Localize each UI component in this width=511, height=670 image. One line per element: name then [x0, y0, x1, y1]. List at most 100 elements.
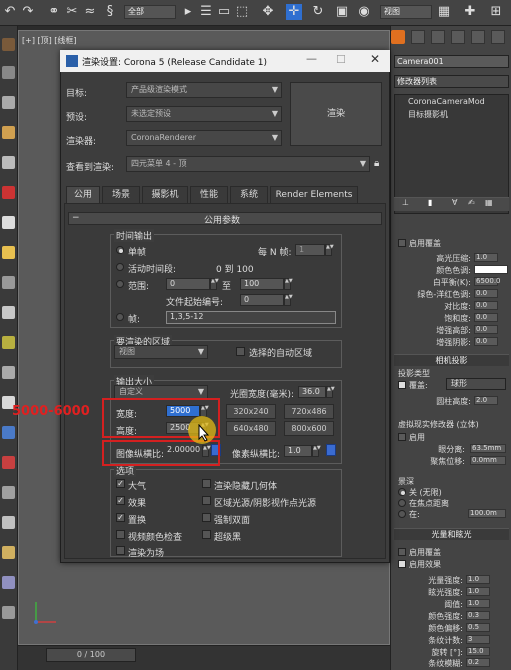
glare-intensity-field[interactable]: 1.0 — [466, 587, 490, 596]
render-area-combo[interactable]: 视图 ▼ — [114, 345, 208, 359]
keyboard-shortcut-icon[interactable]: ⊞ — [488, 4, 504, 20]
aperture-width-spinner[interactable]: ▲▼ — [326, 386, 335, 398]
display-tab-icon[interactable] — [471, 30, 485, 44]
streak-blur-field[interactable]: 0.2 — [466, 658, 490, 667]
preset-combo[interactable]: 未选定预设 ▼ — [126, 106, 282, 122]
dof-at-radio[interactable] — [398, 510, 406, 518]
create-tab-icon[interactable] — [391, 30, 405, 44]
camera-icon[interactable] — [2, 216, 15, 229]
modify-tab-icon[interactable] — [411, 30, 425, 44]
file-start-field[interactable]: 0 — [240, 294, 284, 306]
file-start-spinner[interactable]: ▲▼ — [284, 294, 293, 306]
super-black-checkbox[interactable] — [202, 530, 211, 539]
lock-icon[interactable]: 🔒︎ — [374, 158, 379, 169]
pin-stack-icon[interactable]: ⊥ — [402, 198, 409, 207]
area-lights-checkbox[interactable] — [202, 496, 211, 505]
renderer-combo[interactable]: CoronaRenderer ▼ — [126, 130, 282, 146]
range-to-spinner[interactable]: ▲▼ — [284, 278, 293, 290]
vr-enable-checkbox[interactable] — [398, 433, 406, 441]
utilities-tab-icon[interactable] — [491, 30, 505, 44]
override-projection-checkbox[interactable] — [398, 381, 406, 389]
select-by-name-icon[interactable]: ☰ — [198, 4, 214, 20]
reference-coordinate-combo[interactable]: 视图 — [380, 5, 432, 19]
color-shift-field[interactable]: 0.5 — [466, 623, 490, 632]
aperture-width-field[interactable]: 36.0 — [298, 386, 326, 398]
pixel-aspect-field[interactable]: 1.0 — [284, 445, 312, 457]
sphere-icon[interactable] — [2, 66, 15, 79]
render-button[interactable]: 渲染 — [290, 82, 382, 146]
geometry-icon[interactable] — [2, 306, 15, 319]
show-end-result-icon[interactable]: ▮ — [428, 198, 432, 207]
video-color-check-checkbox[interactable] — [116, 530, 125, 539]
range-to-field[interactable]: 100 — [240, 278, 284, 290]
target-combo[interactable]: 产品级渲染模式 ▼ — [126, 82, 282, 98]
pixel-aspect-lock-icon[interactable] — [326, 444, 336, 456]
size-preset-800x600[interactable]: 800x600 — [284, 421, 334, 436]
window-crossing-icon[interactable]: ⬚ — [234, 4, 250, 20]
spacewarp-icon[interactable]: § — [102, 4, 118, 20]
render-hidden-checkbox[interactable] — [202, 479, 211, 488]
tab-scene[interactable]: 场景 — [102, 186, 140, 203]
nurbs-icon[interactable] — [2, 426, 15, 439]
frames-field[interactable]: 1,3,5-12 — [166, 311, 336, 324]
select-object-icon[interactable]: ▸ — [180, 4, 196, 20]
eye-distance-field[interactable]: 63.5mm — [470, 444, 506, 453]
unlink-icon[interactable]: ✂ — [64, 4, 80, 20]
remove-modifier-icon[interactable]: ✍ — [468, 198, 475, 207]
aec-icon[interactable] — [2, 576, 15, 589]
force-2sided-checkbox[interactable] — [202, 513, 211, 522]
shape-icon[interactable] — [2, 276, 15, 289]
view-to-render-combo[interactable]: 四元菜单 4 - 顶 ▼ — [126, 156, 370, 172]
light-icon[interactable] — [2, 186, 15, 199]
cylinder-icon[interactable] — [2, 96, 15, 109]
tab-render-elements[interactable]: Render Elements — [270, 186, 358, 203]
link-icon[interactable]: ⚭ — [46, 4, 62, 20]
active-segment-radio[interactable] — [116, 263, 124, 271]
make-unique-icon[interactable]: ∀ — [452, 198, 457, 207]
rect-select-icon[interactable]: ▭ — [216, 4, 232, 20]
teapot-icon[interactable] — [2, 156, 15, 169]
size-preset-640x480[interactable]: 640x480 — [226, 421, 276, 436]
rotate-icon[interactable]: ↻ — [310, 4, 326, 20]
point-cloud-icon[interactable] — [2, 606, 15, 619]
dynamics-icon[interactable] — [2, 456, 15, 469]
window-icon[interactable] — [2, 516, 15, 529]
rotation-field[interactable]: 15.0 — [466, 647, 490, 656]
dof-off-radio[interactable] — [398, 488, 406, 496]
frames-radio[interactable] — [116, 313, 124, 321]
select-manipulate-icon[interactable]: ✚ — [462, 4, 478, 20]
threshold-field[interactable]: 1.0 — [466, 599, 490, 608]
undo-icon[interactable]: ↶ — [2, 4, 18, 20]
dof-focus-radio[interactable] — [398, 499, 406, 507]
range-from-spinner[interactable]: ▲▼ — [210, 278, 219, 290]
motion-tab-icon[interactable] — [451, 30, 465, 44]
modifier-list-combo[interactable]: 修改器列表 — [394, 75, 509, 88]
time-slider[interactable]: 0 / 100 — [46, 648, 136, 662]
atmospherics-checkbox[interactable]: ✓ — [116, 479, 125, 488]
stack-item-corona-camera-mod[interactable]: CoronaCameraMod — [408, 97, 485, 106]
highlight-compress-field[interactable]: 1.0 — [474, 253, 498, 262]
configure-sets-icon[interactable]: ▦ — [485, 198, 493, 207]
bloom-override-checkbox[interactable] — [398, 548, 406, 556]
cylinder-height-field[interactable]: 2.0 — [474, 396, 498, 405]
bloom-enable-checkbox[interactable] — [398, 560, 406, 568]
place-icon[interactable]: ◉ — [356, 4, 372, 20]
override-checkbox[interactable] — [398, 239, 406, 247]
pixel-aspect-spinner[interactable]: ▲▼ — [312, 445, 321, 457]
convergence-field[interactable]: 0.0mm — [470, 456, 506, 465]
green-magenta-field[interactable]: 0.0 — [474, 289, 498, 298]
effects-checkbox[interactable]: ✓ — [116, 496, 125, 505]
redo-icon[interactable]: ↷ — [20, 4, 36, 20]
select-rotate-icon[interactable]: ✛ — [286, 4, 302, 20]
bloom-glare-rollout[interactable]: 光量和眩光 — [394, 528, 509, 540]
object-name-field[interactable]: Camera001 — [394, 55, 509, 68]
range-radio[interactable] — [116, 280, 124, 288]
dof-distance-field[interactable]: 100.0m — [468, 509, 506, 518]
single-frame-radio[interactable] — [116, 246, 124, 254]
white-balance-field[interactable]: 6500.0 — [474, 277, 501, 286]
tab-camera[interactable]: 摄影机 — [142, 186, 188, 203]
bloom-intensity-field[interactable]: 1.0 — [466, 575, 490, 584]
door-icon[interactable] — [2, 486, 15, 499]
saturation-field[interactable]: 0.0 — [474, 313, 498, 322]
render-to-fields-checkbox[interactable] — [116, 546, 125, 555]
